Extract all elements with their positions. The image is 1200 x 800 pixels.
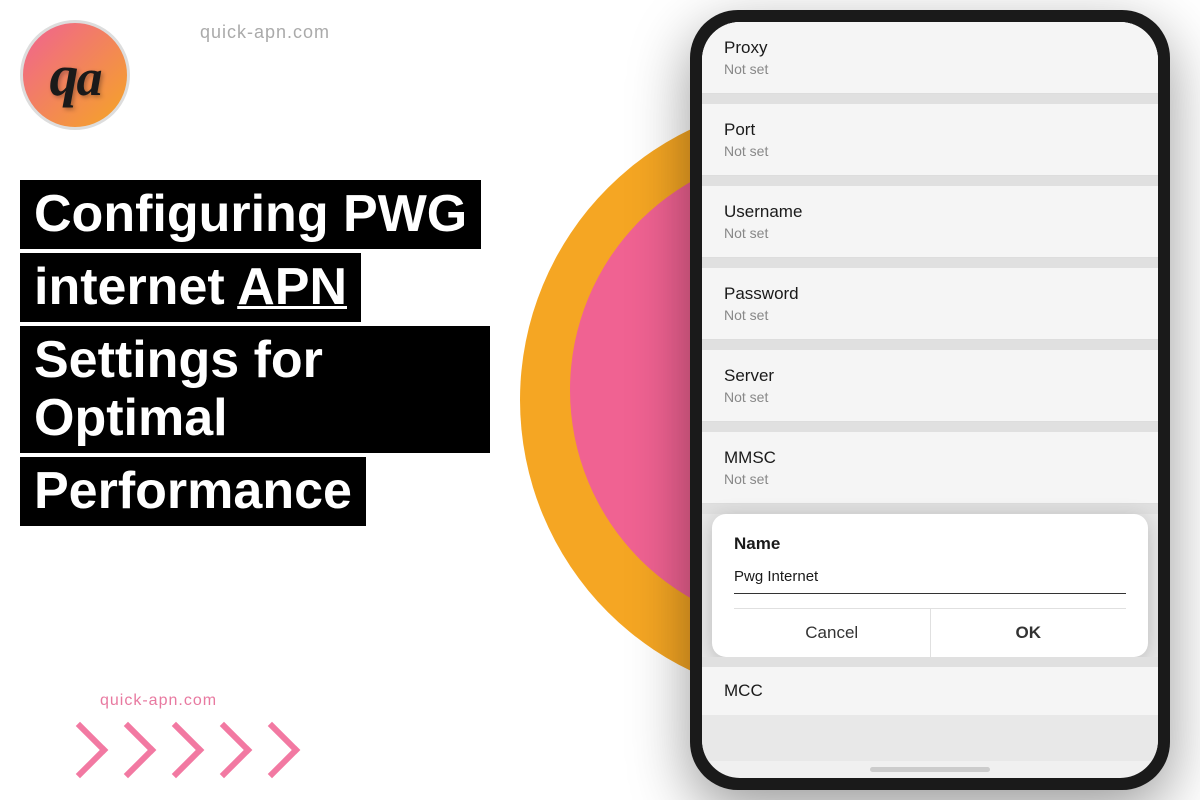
logo-circle: qa	[20, 20, 130, 130]
separator-1	[702, 94, 1158, 104]
dialog-title: Name	[734, 534, 1126, 554]
apn-field-password: Password Not set	[702, 268, 1158, 340]
dialog-cancel-button[interactable]: Cancel	[734, 609, 931, 657]
apn-label-username: Username	[724, 202, 1136, 222]
apn-value-password: Not set	[724, 307, 1136, 323]
arrows-container	[60, 730, 292, 770]
separator-7	[702, 657, 1158, 667]
dialog-box: Name Cancel OK	[712, 514, 1148, 657]
dialog-ok-button[interactable]: OK	[931, 609, 1127, 657]
separator-6	[702, 504, 1158, 514]
apn-field-mcc: MCC	[702, 667, 1158, 715]
title-line-4: Performance	[20, 457, 366, 526]
apn-field-port: Port Not set	[702, 104, 1158, 176]
title-line-1: Configuring PWG	[20, 180, 481, 249]
phone-home-indicator	[870, 767, 990, 772]
apn-value-port: Not set	[724, 143, 1136, 159]
apn-label-mcc: MCC	[724, 681, 1136, 701]
apn-field-proxy: Proxy Not set	[702, 22, 1158, 94]
apn-field-server: Server Not set	[702, 350, 1158, 422]
site-url-bottom: quick-apn.com	[100, 692, 217, 710]
title-line-2-text: internet APN	[34, 258, 347, 316]
separator-5	[702, 422, 1158, 432]
arrow-5	[244, 722, 301, 779]
apn-label-password: Password	[724, 284, 1136, 304]
separator-3	[702, 258, 1158, 268]
logo-area: qa	[20, 20, 130, 130]
apn-value-mmsc: Not set	[724, 471, 1136, 487]
apn-label-port: Port	[724, 120, 1136, 140]
logo-text: qa	[50, 42, 101, 109]
apn-value-username: Not set	[724, 225, 1136, 241]
apn-list: Proxy Not set Port Not set Username Not …	[702, 22, 1158, 761]
apn-value-proxy: Not set	[724, 61, 1136, 77]
apn-label-server: Server	[724, 366, 1136, 386]
dialog-input[interactable]	[734, 564, 1126, 594]
apn-field-mmsc: MMSC Not set	[702, 432, 1158, 504]
separator-4	[702, 340, 1158, 350]
dialog-buttons: Cancel OK	[734, 608, 1126, 657]
phone-mockup: Proxy Not set Port Not set Username Not …	[690, 10, 1170, 790]
apn-field-username: Username Not set	[702, 186, 1158, 258]
title-line-2: internet APN	[20, 253, 361, 322]
separator-2	[702, 176, 1158, 186]
title-line-3: Settings for Optimal	[20, 326, 490, 452]
apn-label-proxy: Proxy	[724, 38, 1136, 58]
apn-label-mmsc: MMSC	[724, 448, 1136, 468]
apn-value-server: Not set	[724, 389, 1136, 405]
site-url-top: quick-apn.com	[200, 22, 330, 43]
main-title: Configuring PWG internet APN Settings fo…	[20, 180, 490, 530]
phone-screen: Proxy Not set Port Not set Username Not …	[702, 22, 1158, 778]
